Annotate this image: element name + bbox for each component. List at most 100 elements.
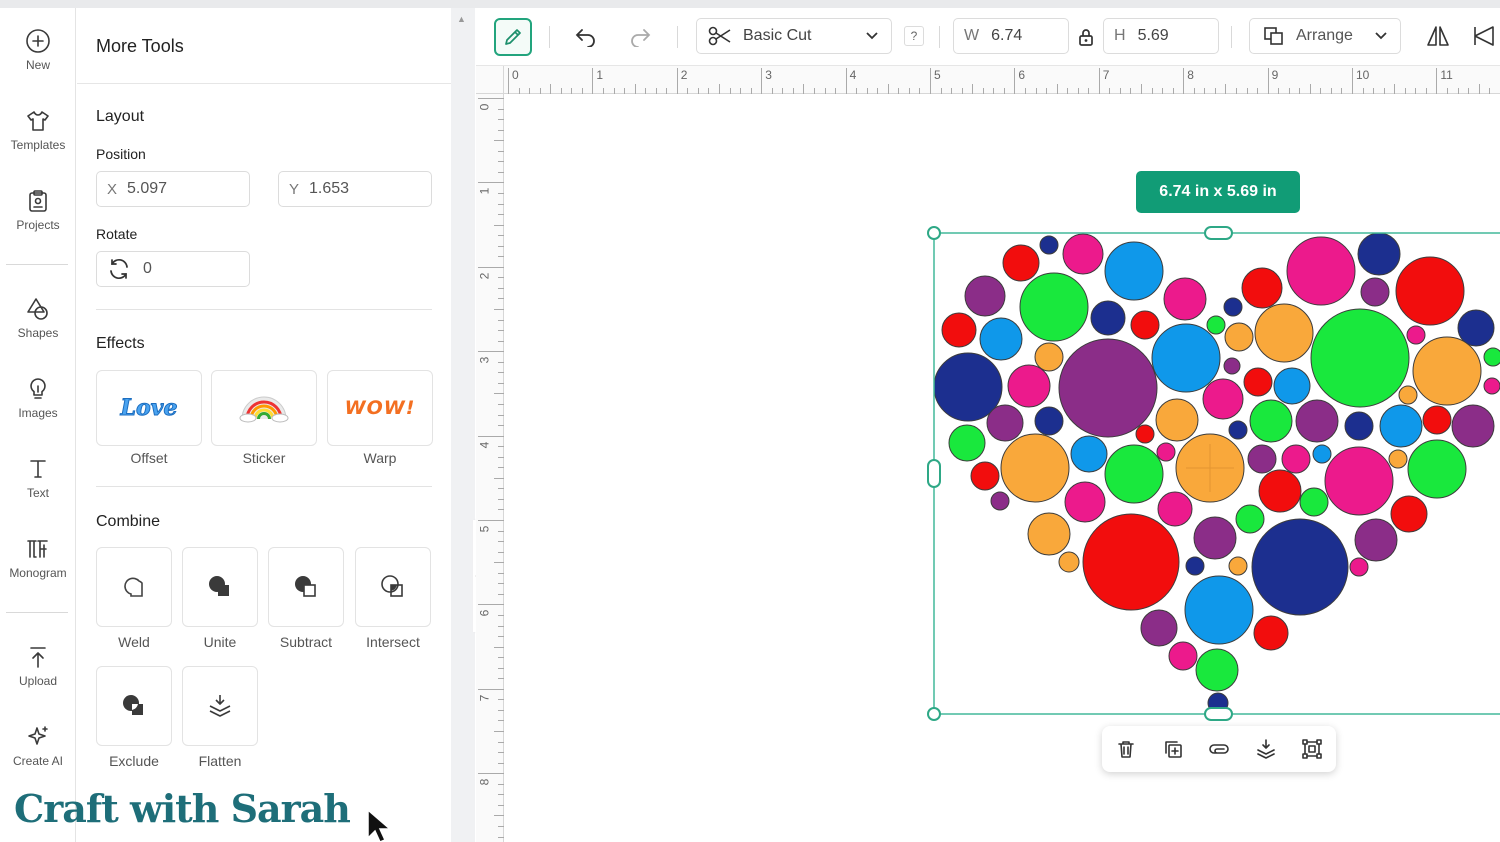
resize-handle-top[interactable] [1204,226,1233,240]
sticker-label: Sticker [242,450,286,466]
unite-label: Unite [203,634,237,650]
ruler-label: 8 [477,778,492,786]
sticker-effect-button[interactable] [211,370,317,446]
arrange-select[interactable]: Arrange [1249,18,1401,54]
ruler-corner [476,66,504,94]
scroll-up-icon[interactable]: ▲ [457,14,466,24]
ruler-tick [498,551,504,553]
resize-handle-left[interactable] [927,459,941,488]
ruler-label: 4 [477,441,492,448]
lock-aspect-button[interactable] [1076,25,1096,49]
ruler-label: 9 [1271,68,1279,82]
operation-select[interactable]: Basic Cut [696,18,892,54]
divider [96,309,432,310]
ruler-tick [1141,84,1142,94]
text-icon [30,460,46,478]
delete-button[interactable] [1113,736,1139,762]
help-button[interactable]: ? [904,26,924,46]
ruler-tick [993,88,995,94]
flatten-button[interactable] [182,666,258,746]
ruler-tick [494,393,504,395]
ruler-tick [613,88,615,94]
position-x-field[interactable]: X 5.097 [96,171,250,207]
duplicate-button[interactable] [1160,736,1186,762]
flip-button[interactable] [1424,22,1452,50]
undo-button[interactable] [572,22,600,50]
ruler-tick [1320,88,1322,94]
height-value: 5.69 [1137,27,1169,44]
ruler-tick [592,68,594,94]
rail-item-monogram[interactable]: Monogram [0,536,76,600]
ruler-tick [498,298,504,300]
align-button[interactable] [1470,22,1498,50]
exclude-button[interactable] [96,666,172,746]
rail-item-create-ai[interactable]: Create AI [0,724,76,788]
ruler-tick [1478,84,1480,94]
ruler-tick [1383,88,1385,94]
arrange-icon [1264,27,1283,45]
ruler-tick [1214,88,1216,94]
y-prefix: Y [289,180,300,198]
rail-item-upload[interactable]: Upload [0,644,76,708]
scissors-icon [708,26,731,46]
ruler-tick [498,593,504,595]
width-field[interactable]: W 6.74 [953,18,1069,54]
ruler-tick [478,773,504,775]
rail-item-new[interactable]: New [0,28,76,92]
ruler-tick [478,520,504,521]
unite-button[interactable] [182,547,258,627]
ruler-tick [498,541,504,543]
chevron-down-icon [866,32,878,40]
subtract-button[interactable] [268,547,344,627]
rail-item-templates[interactable]: Templates [0,108,76,172]
ruler-tick [1394,84,1396,94]
ruler-tick [529,88,531,94]
warp-effect-button[interactable]: WOW! [327,370,433,446]
redo-icon [631,29,651,47]
intersect-button[interactable] [355,547,431,627]
width-value: 6.74 [991,27,1023,44]
ruler-tick [498,667,504,669]
rail-item-text[interactable]: Text [0,456,76,520]
flatten-quick-button[interactable] [1253,736,1279,762]
resize-handle-bottom-left[interactable] [927,707,941,721]
rail-item-shapes[interactable]: Shapes [0,296,76,360]
weld-button[interactable] [96,547,172,627]
rail-item-images[interactable]: Images [0,376,76,440]
undo-icon [575,29,595,47]
ruler-tick [1468,88,1470,94]
ruler-tick [1373,88,1375,94]
ruler-tick [498,414,504,416]
ruler-tick [498,498,504,500]
rail-item-projects[interactable]: Projects [0,188,76,252]
offset-effect-button[interactable]: Love [96,370,202,446]
ruler-tick [1024,88,1026,94]
ruler-label: 7 [1102,68,1110,82]
panel-scrollbar[interactable] [451,8,475,842]
ruler-tick [666,88,668,94]
ruler-tick [498,720,504,722]
group-button[interactable] [1299,736,1325,762]
ruler-tick [498,752,504,754]
redo-button[interactable] [626,22,654,50]
edit-button[interactable] [494,18,532,56]
ruler-tick [1130,88,1132,94]
ruler-tick [676,68,678,94]
more-tools-panel: More Tools Layout Position X 5.097 Y 1.6… [77,8,451,842]
ruler-tick [1362,88,1364,94]
resize-handle-top-left[interactable] [927,226,941,240]
shapes-icon [27,298,48,320]
resize-handle-bottom[interactable] [1204,707,1233,721]
ruler-tick [498,214,504,216]
align-icon [1474,26,1494,46]
height-field[interactable]: H 5.69 [1103,18,1219,54]
attach-button[interactable] [1206,736,1232,762]
ruler-tick [498,783,504,785]
ruler-tick [494,731,504,732]
warp-effect-art: WOW! [344,397,416,419]
ruler-tick [498,836,504,838]
position-y-field[interactable]: Y 1.653 [278,171,432,207]
rotate-field[interactable]: 0 [96,251,250,287]
attach-icon [1209,744,1229,754]
ruler-label: 0 [477,103,492,111]
